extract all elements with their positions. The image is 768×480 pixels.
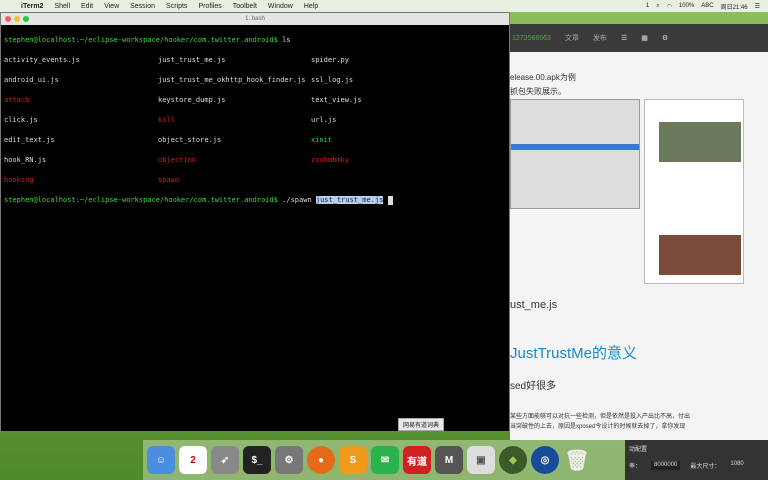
- executable: zxxbmbmky: [311, 156, 349, 164]
- wechat-count[interactable]: 1: [646, 3, 649, 9]
- article-text: 抓包失败展示。: [510, 87, 566, 96]
- selected-text: just_trust_me.js: [315, 196, 384, 204]
- executable: hooking: [4, 176, 34, 184]
- search-icon[interactable]: ⌕: [656, 3, 659, 10]
- file: android_ui.js: [4, 76, 59, 84]
- close-button[interactable]: [5, 16, 11, 22]
- file: keystore_dump.js: [158, 96, 226, 104]
- file: ssl_log.js: [311, 76, 354, 84]
- menu-session[interactable]: Session: [130, 3, 155, 10]
- menu-toolbelt[interactable]: Toolbelt: [233, 3, 257, 10]
- launchpad-icon[interactable]: ➶: [211, 446, 239, 474]
- list-icon[interactable]: ☰: [755, 3, 760, 10]
- file: activity_events.js: [4, 56, 80, 64]
- prompt: stephen@localhost:~/eclipse-workspace/ho…: [4, 196, 278, 204]
- cursor: [387, 195, 393, 205]
- calendar-icon[interactable]: 2: [179, 446, 207, 474]
- file: object_store.js: [158, 136, 222, 144]
- youdao-icon[interactable]: 有道: [403, 446, 431, 474]
- menu-bar: iTerm2 Shell Edit View Session Scripts P…: [0, 0, 768, 12]
- file: url.js: [311, 116, 337, 124]
- menu-window[interactable]: Window: [268, 3, 293, 10]
- blog-header: 1273568663 文章 发布 ☰ ▦ ⚙: [510, 24, 768, 52]
- max-size-label: 最大尺寸：: [690, 464, 721, 470]
- clock[interactable]: 周日21:46: [721, 2, 748, 11]
- trash-icon[interactable]: 🗑: [563, 446, 591, 474]
- sublime-icon[interactable]: S: [339, 446, 367, 474]
- file: edit_text.js: [4, 136, 55, 144]
- terminal-output[interactable]: stephen@localhost:~/eclipse-workspace/ho…: [1, 25, 509, 225]
- bitrate-label: 率：: [629, 464, 642, 470]
- file: just_trust_me.js: [158, 56, 226, 64]
- executable: objection: [158, 156, 196, 164]
- config-panel: 动配置 率： 8000000 最大尺寸： 1080: [625, 440, 768, 480]
- menu-help[interactable]: Help: [304, 3, 318, 10]
- terminal-title: 1. bash: [245, 16, 265, 22]
- article-text: 某些方面能够可以对抗一些检测，但是依然是投入产出比不高，付出: [510, 414, 691, 420]
- menu-profiles[interactable]: Profiles: [198, 3, 221, 10]
- menu-scripts[interactable]: Scripts: [166, 3, 187, 10]
- menu-shell[interactable]: Shell: [54, 3, 70, 10]
- prompt: stephen@localhost:~/eclipse-workspace/ho…: [4, 36, 278, 44]
- max-size-input[interactable]: 1080: [730, 461, 743, 470]
- command: ls: [277, 36, 291, 44]
- wechat-icon[interactable]: ✉: [371, 446, 399, 474]
- minimize-button[interactable]: [14, 16, 20, 22]
- user-id[interactable]: 1273568663: [512, 35, 551, 42]
- dock: ☺ 2 ➶ $_ ⚙ ● S ✉ 有道 M ▣ ◆ ◎ 🗑: [143, 440, 633, 480]
- quicktime-icon[interactable]: ◎: [531, 446, 559, 474]
- terminal-titlebar[interactable]: 1. bash: [1, 13, 509, 25]
- finder-icon[interactable]: ☺: [147, 446, 175, 474]
- twitter-screenshot: [644, 99, 744, 284]
- executable: kill: [158, 116, 175, 124]
- article-text: ust_me.js: [510, 299, 558, 311]
- menu-edit[interactable]: Edit: [81, 3, 93, 10]
- gear-icon[interactable]: ⚙: [662, 34, 668, 42]
- battery-percent[interactable]: 100%: [679, 3, 694, 9]
- executable: spawn: [158, 176, 180, 184]
- firefox-icon[interactable]: ●: [307, 446, 335, 474]
- publish-button[interactable]: 发布: [593, 33, 607, 43]
- youdao-label: 有道: [407, 456, 427, 468]
- screenshot-image: [510, 99, 640, 209]
- dock-tooltip: 网易有道词典: [398, 418, 445, 431]
- file: hook_RN.js: [4, 156, 47, 164]
- android-studio-icon[interactable]: ◆: [499, 446, 527, 474]
- file: just_trust_me_okhttp_hook_finder.js: [158, 76, 306, 84]
- file: text_view.js: [311, 96, 362, 104]
- file: xinit: [311, 136, 333, 144]
- bitrate-input[interactable]: 8000000: [651, 461, 681, 470]
- terminal-window[interactable]: 1. bash stephen@localhost:~/eclipse-work…: [0, 12, 510, 432]
- menu-view[interactable]: View: [104, 3, 119, 10]
- mweb-icon[interactable]: M: [435, 446, 463, 474]
- file: spider.py: [311, 56, 349, 64]
- menu-icon[interactable]: ☰: [621, 34, 627, 42]
- input-source[interactable]: ABC: [701, 3, 713, 9]
- article-text: elease.00.apk为例: [510, 73, 576, 82]
- panel-title: 动配置: [629, 447, 648, 453]
- wifi-icon[interactable]: ◠: [667, 3, 672, 10]
- browser-window[interactable]: 1273568663 文章 发布 ☰ ▦ ⚙ elease.00.apk为例 抓…: [510, 24, 768, 440]
- articles-button[interactable]: 文章: [565, 33, 579, 43]
- preview-icon[interactable]: ▣: [467, 446, 495, 474]
- terminal-icon[interactable]: $_: [243, 446, 271, 474]
- status-area: 1 ⌕ ◠ 100% ABC 周日21:46 ☰: [646, 0, 760, 12]
- calendar-day: 2: [190, 454, 196, 466]
- executable: attach: [4, 96, 30, 104]
- system-preferences-icon[interactable]: ⚙: [275, 446, 303, 474]
- grid-icon[interactable]: ▦: [641, 34, 648, 42]
- menu-iterm2[interactable]: iTerm2: [21, 3, 43, 10]
- zoom-button[interactable]: [23, 16, 29, 22]
- section-heading: JustTrustMe的意义: [510, 345, 637, 362]
- article-text: 当突破性的上去，原因是xposed今设计的时候就去掉了，拿你发现: [510, 424, 686, 430]
- command: ./spawn: [277, 196, 316, 204]
- file: click.js: [4, 116, 38, 124]
- article-text: sed好很多: [510, 381, 557, 392]
